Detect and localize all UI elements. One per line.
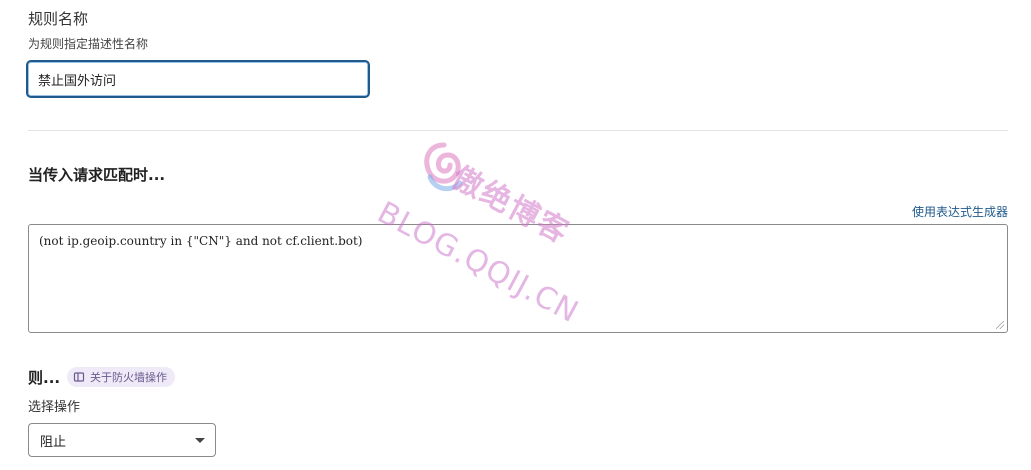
section-divider — [28, 130, 1008, 131]
rule-name-label: 规则名称 — [28, 10, 89, 28]
rule-name-input[interactable] — [26, 60, 370, 98]
resize-handle-icon[interactable] — [996, 321, 1004, 329]
action-select-value: 阻止 — [40, 434, 67, 450]
book-icon — [73, 372, 85, 382]
choose-action-label: 选择操作 — [28, 400, 81, 415]
chevron-down-icon — [195, 437, 205, 443]
firewall-actions-help-link[interactable]: 关于防火墙操作 — [67, 367, 175, 387]
then-section-heading: 则... — [28, 369, 61, 387]
rule-name-help-text: 为规则指定描述性名称 — [28, 37, 149, 51]
expression-text: (not ip.geoip.country in {"CN"} and not … — [39, 234, 363, 248]
firewall-rule-form: 规则名称 为规则指定描述性名称 当传入请求匹配时... 使用表达式生成器 (no… — [0, 0, 1031, 470]
action-select[interactable]: 阻止 — [28, 423, 216, 457]
when-section-heading: 当传入请求匹配时... — [28, 166, 166, 184]
expression-builder-link[interactable]: 使用表达式生成器 — [912, 203, 1008, 220]
watermark-logo-icon — [424, 142, 463, 192]
firewall-pill-label: 关于防火墙操作 — [90, 371, 167, 384]
expression-editor[interactable]: (not ip.geoip.country in {"CN"} and not … — [28, 224, 1008, 333]
